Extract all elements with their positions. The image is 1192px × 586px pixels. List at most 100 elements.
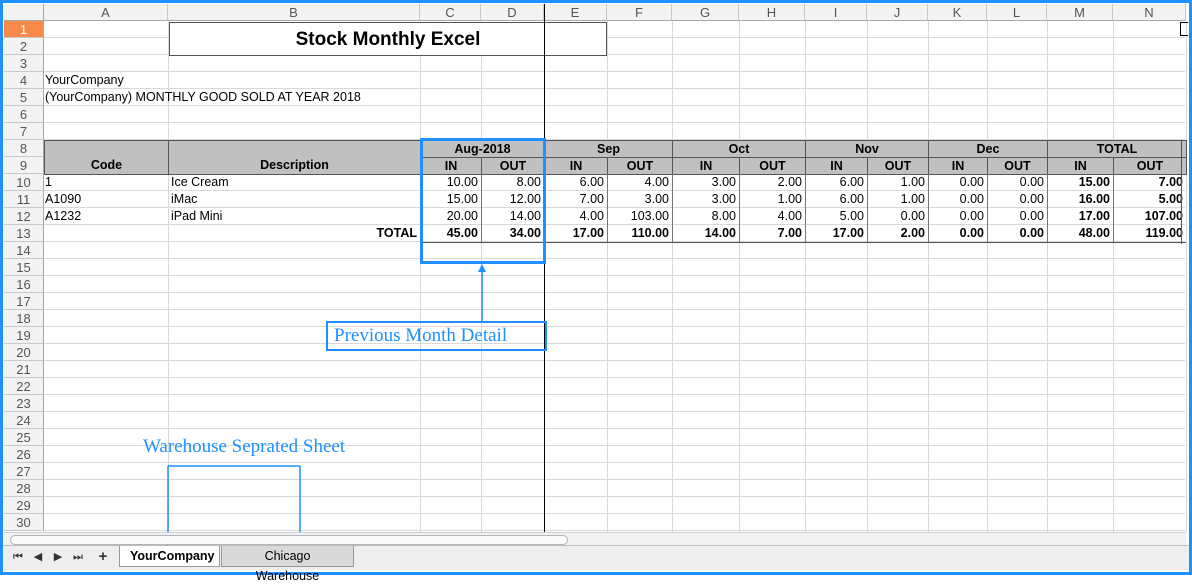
row-header-17[interactable]: 17	[4, 293, 44, 310]
item-value[interactable]: 0.00	[928, 208, 987, 225]
row-header-20[interactable]: 20	[4, 344, 44, 361]
header-out[interactable]: OUT	[739, 157, 806, 175]
item-value[interactable]: 5.00	[1113, 191, 1186, 208]
horizontal-scrollbar[interactable]	[4, 532, 1186, 546]
item-value[interactable]: 16.00	[1047, 191, 1113, 208]
header-in[interactable]: IN	[1047, 157, 1114, 175]
month-header[interactable]: TOTAL	[1047, 140, 1187, 158]
item-value[interactable]: 1.00	[867, 191, 928, 208]
header-code[interactable]: Code	[44, 140, 169, 175]
tab-yourcompany[interactable]: YourCompany	[119, 546, 220, 567]
row-header-6[interactable]: 6	[4, 106, 44, 123]
item-description[interactable]: iPad Mini	[171, 208, 222, 225]
item-value[interactable]: 15.00	[1047, 174, 1113, 191]
item-value[interactable]: 6.00	[544, 174, 607, 191]
total-value[interactable]: 14.00	[672, 225, 739, 242]
total-value[interactable]: 0.00	[928, 225, 987, 242]
row-header-15[interactable]: 15	[4, 259, 44, 276]
first-sheet-icon[interactable]: ⏮	[11, 550, 25, 564]
column-header-f[interactable]: F	[607, 4, 672, 21]
column-header-j[interactable]: J	[867, 4, 928, 21]
total-value[interactable]: 119.00	[1113, 225, 1186, 242]
column-header-l[interactable]: L	[987, 4, 1047, 21]
item-description[interactable]: Ice Cream	[171, 174, 229, 191]
row-header-7[interactable]: 7	[4, 123, 44, 140]
sheet-title[interactable]: Stock Monthly Excel	[169, 22, 607, 56]
next-sheet-icon[interactable]: ▶	[51, 550, 65, 564]
row-header-11[interactable]: 11	[4, 191, 44, 208]
column-header-c[interactable]: C	[420, 4, 481, 21]
column-header-k[interactable]: K	[928, 4, 987, 21]
row-header-28[interactable]: 28	[4, 480, 44, 497]
column-header-m[interactable]: M	[1047, 4, 1113, 21]
total-value[interactable]: 48.00	[1047, 225, 1113, 242]
company-cell[interactable]: YourCompany	[45, 72, 124, 89]
row-header-5[interactable]: 5	[4, 89, 44, 106]
item-value[interactable]: 0.00	[987, 208, 1047, 225]
item-value[interactable]: 1.00	[867, 174, 928, 191]
column-header-i[interactable]: I	[805, 4, 867, 21]
item-value[interactable]: 3.00	[607, 191, 672, 208]
row-header-27[interactable]: 27	[4, 463, 44, 480]
row-header-29[interactable]: 29	[4, 497, 44, 514]
row-header-23[interactable]: 23	[4, 395, 44, 412]
item-code[interactable]: 1	[45, 174, 52, 191]
total-value[interactable]: 2.00	[867, 225, 928, 242]
prev-sheet-icon[interactable]: ◀	[31, 550, 45, 564]
header-out[interactable]: OUT	[867, 157, 929, 175]
row-header-3[interactable]: 3	[4, 55, 44, 72]
item-value[interactable]: 0.00	[987, 174, 1047, 191]
item-value[interactable]: 4.00	[607, 174, 672, 191]
row-header-18[interactable]: 18	[4, 310, 44, 327]
item-value[interactable]: 6.00	[805, 174, 867, 191]
tab-chicago-warehouse[interactable]: Chicago Warehouse	[221, 546, 354, 583]
total-value[interactable]: 17.00	[544, 225, 607, 242]
report-subtitle-cell[interactable]: (YourCompany) MONTHLY GOOD SOLD AT YEAR …	[45, 89, 361, 106]
row-header-4[interactable]: 4	[4, 72, 44, 89]
column-header-g[interactable]: G	[672, 4, 739, 21]
column-header-b[interactable]: B	[168, 4, 420, 21]
header-in[interactable]: IN	[805, 157, 868, 175]
item-value[interactable]: 7.00	[1113, 174, 1186, 191]
row-header-30[interactable]: 30	[4, 514, 44, 531]
item-value[interactable]: 6.00	[805, 191, 867, 208]
total-value[interactable]: 17.00	[805, 225, 867, 242]
month-header[interactable]: Dec	[928, 140, 1048, 158]
row-header-22[interactable]: 22	[4, 378, 44, 395]
select-all-corner[interactable]	[4, 4, 44, 21]
column-header-e[interactable]: E	[544, 4, 607, 21]
item-value[interactable]: 1.00	[739, 191, 805, 208]
row-header-26[interactable]: 26	[4, 446, 44, 463]
item-description[interactable]: iMac	[171, 191, 197, 208]
row-header-9[interactable]: 9	[4, 157, 44, 174]
month-header[interactable]: Nov	[805, 140, 929, 158]
row-header-19[interactable]: 19	[4, 327, 44, 344]
item-code[interactable]: A1232	[45, 208, 81, 225]
row-header-8[interactable]: 8	[4, 140, 44, 157]
item-value[interactable]: 2.00	[739, 174, 805, 191]
item-value[interactable]: 5.00	[805, 208, 867, 225]
total-value[interactable]: 7.00	[739, 225, 805, 242]
row-header-1[interactable]: 1	[4, 21, 44, 38]
item-value[interactable]: 0.00	[987, 191, 1047, 208]
item-value[interactable]: 4.00	[739, 208, 805, 225]
column-header-n[interactable]: N	[1113, 4, 1186, 21]
column-header-a[interactable]: A	[44, 4, 168, 21]
item-value[interactable]: 7.00	[544, 191, 607, 208]
month-header[interactable]: Sep	[544, 140, 673, 158]
item-value[interactable]: 107.00	[1113, 208, 1186, 225]
header-in[interactable]: IN	[928, 157, 988, 175]
scrollbar-thumb[interactable]	[10, 535, 568, 545]
total-value[interactable]: 0.00	[987, 225, 1047, 242]
row-header-24[interactable]: 24	[4, 412, 44, 429]
row-header-12[interactable]: 12	[4, 208, 44, 225]
item-value[interactable]: 4.00	[544, 208, 607, 225]
header-out[interactable]: OUT	[607, 157, 673, 175]
item-value[interactable]: 8.00	[672, 208, 739, 225]
header-out[interactable]: OUT	[987, 157, 1048, 175]
item-value[interactable]: 0.00	[928, 191, 987, 208]
total-value[interactable]: 110.00	[607, 225, 672, 242]
last-sheet-icon[interactable]: ⏭	[71, 550, 85, 564]
row-header-16[interactable]: 16	[4, 276, 44, 293]
header-in[interactable]: IN	[544, 157, 608, 175]
